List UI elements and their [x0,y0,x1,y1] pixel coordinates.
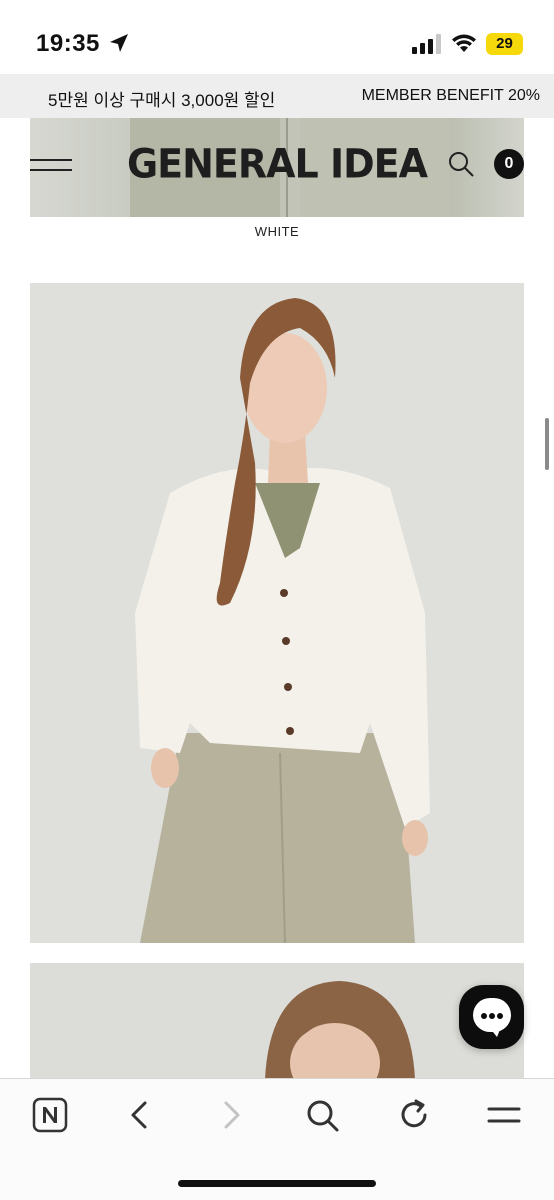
search-icon[interactable] [304,1097,340,1133]
product-color-label: WHITE [254,224,300,239]
wifi-icon [452,34,476,52]
home-indicator [178,1180,376,1187]
reload-icon[interactable] [396,1097,432,1133]
cart-button[interactable]: 0 [494,149,524,179]
chat-bubble-icon[interactable] [459,985,524,1049]
search-icon[interactable] [448,151,474,177]
product-image-second[interactable] [30,963,524,1079]
status-bar: 19:35 29 [0,0,554,74]
cellular-signal-icon [412,34,441,54]
product-image-main[interactable] [30,283,524,943]
forward-icon[interactable] [213,1097,249,1133]
scrollbar[interactable] [545,418,549,470]
menu-icon[interactable] [486,1097,522,1133]
back-icon[interactable] [122,1097,158,1133]
promo-member-benefit[interactable]: MEMBER BENEFIT 20% [362,87,540,105]
battery-charging-icon: 29 [486,33,523,55]
promo-discount-text[interactable]: 5만원 이상 구매시 3,000원 할인 [48,86,275,111]
promo-bar: 5만원 이상 구매시 3,000원 할인 MEMBER BENEFIT 20% [0,74,554,118]
model-photo-2 [30,963,524,1079]
location-arrow-icon [110,34,128,52]
status-time: 19:35 [36,30,100,57]
naver-home-icon[interactable] [32,1097,68,1133]
model-photo [30,283,524,943]
